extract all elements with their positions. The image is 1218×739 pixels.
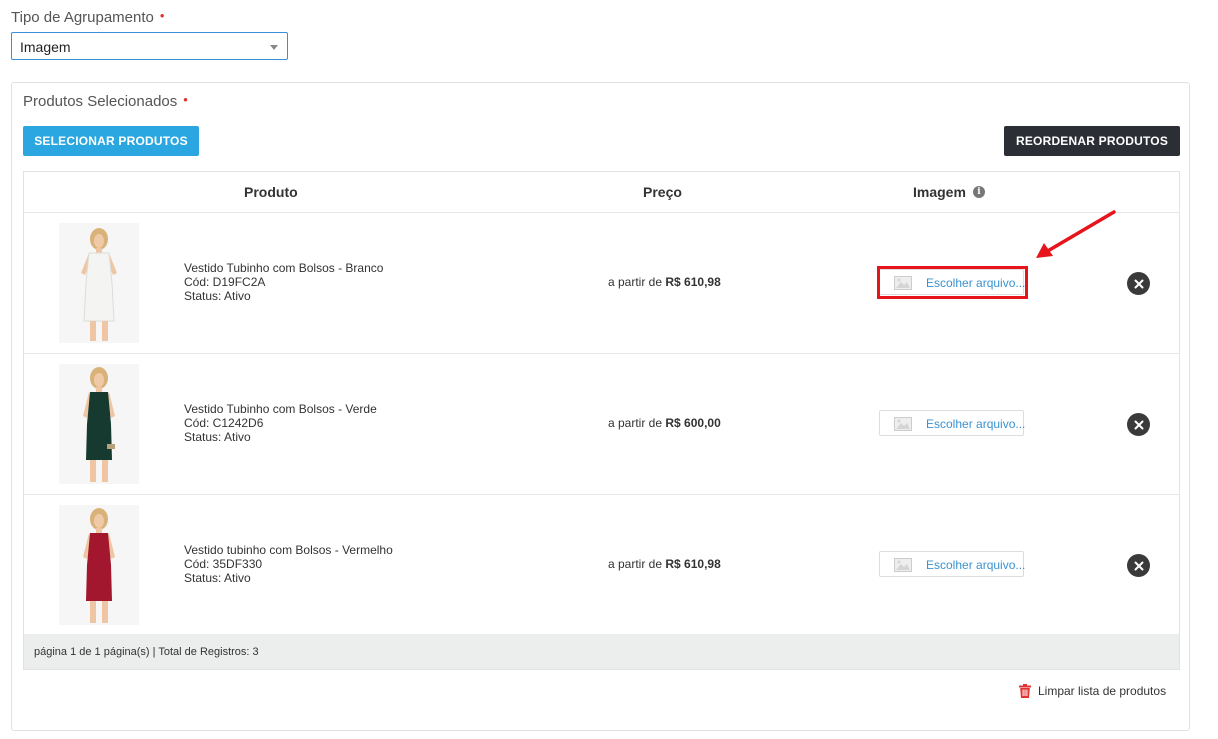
remove-product-button[interactable]	[1127, 272, 1150, 295]
choose-file-button[interactable]: Escolher arquivo...	[879, 551, 1026, 577]
price-prefix: a partir de	[608, 416, 663, 430]
required-marker: •	[183, 92, 188, 107]
product-price: a partir de R$ 600,00	[608, 416, 721, 430]
choose-file-label: Escolher arquivo...	[926, 558, 1026, 572]
product-thumbnail	[59, 364, 139, 484]
chevron-down-icon	[270, 45, 278, 50]
column-header-product: Produto	[244, 184, 298, 200]
image-icon	[894, 558, 912, 572]
select-products-button[interactable]: SELECIONAR PRODUTOS	[23, 126, 199, 156]
remove-product-button[interactable]	[1127, 554, 1150, 577]
product-thumbnail	[59, 505, 139, 625]
close-icon	[1134, 561, 1143, 570]
clear-products-label: Limpar lista de produtos	[1038, 684, 1167, 698]
clear-products-link[interactable]: Limpar lista de produtos	[1019, 684, 1166, 698]
products-table: Produto Preço Imagem i Vestido Tubinho c…	[23, 171, 1180, 670]
column-header-image-label: Imagem	[913, 184, 966, 200]
product-status: Status: Ativo	[184, 571, 251, 585]
product-status: Status: Ativo	[184, 430, 251, 444]
close-icon	[1134, 420, 1143, 429]
image-icon	[894, 417, 912, 431]
product-price: a partir de R$ 610,98	[608, 557, 721, 571]
product-code: Cód: 35DF330	[184, 557, 263, 571]
table-pagination-footer: página 1 de 1 página(s) | Total de Regis…	[24, 634, 1179, 669]
product-info: Vestido Tubinho com Bolsos - Branco Cód:…	[184, 261, 383, 303]
info-icon[interactable]: i	[972, 186, 985, 198]
dress-shape	[83, 252, 115, 322]
product-info: Vestido tubinho com Bolsos - Vermelho Có…	[184, 543, 393, 585]
choose-file-button[interactable]: Escolher arquivo...	[879, 410, 1026, 436]
price-prefix: a partir de	[608, 557, 663, 571]
product-price: a partir de R$ 610,98	[608, 275, 721, 289]
table-row: Vestido Tubinho com Bolsos - Branco Cód:…	[24, 212, 1179, 353]
price-value: R$ 610,98	[665, 275, 721, 289]
price-value: R$ 600,00	[665, 416, 721, 430]
choose-file-label: Escolher arquivo...	[926, 417, 1026, 431]
product-status: Status: Ativo	[184, 289, 251, 303]
product-code: Cód: D19FC2A	[184, 275, 266, 289]
arrow-icon	[1036, 210, 1116, 258]
product-name: Vestido Tubinho com Bolsos - Verde	[184, 402, 377, 416]
grouping-type-value: Imagem	[20, 39, 71, 55]
required-marker: •	[159, 8, 165, 23]
selected-products-title: Produtos Selecionados •	[23, 92, 188, 110]
product-info: Vestido Tubinho com Bolsos - Verde Cód: …	[184, 402, 377, 444]
close-icon	[1134, 279, 1143, 288]
price-value: R$ 610,98	[665, 557, 721, 571]
product-name: Vestido tubinho com Bolsos - Vermelho	[184, 543, 393, 557]
pagination-info: página 1 de 1 página(s) | Total de Regis…	[34, 646, 259, 658]
column-header-image: Imagem i	[913, 172, 985, 212]
price-prefix: a partir de	[608, 275, 663, 289]
annotation-highlight-box	[877, 266, 1028, 299]
table-row: Vestido Tubinho com Bolsos - Verde Cód: …	[24, 353, 1179, 494]
trash-icon	[1019, 684, 1031, 698]
reorder-products-button[interactable]: REORDENAR PRODUTOS	[1004, 126, 1180, 156]
selected-products-title-text: Produtos Selecionados	[23, 93, 178, 110]
product-name: Vestido Tubinho com Bolsos - Branco	[184, 261, 384, 275]
column-header-price: Preço	[643, 184, 682, 200]
selected-products-panel: Produtos Selecionados • SELECIONAR PRODUT…	[11, 82, 1190, 731]
product-thumbnail	[59, 223, 139, 343]
product-code: Cód: C1242D6	[184, 416, 264, 430]
grouping-type-label-text: Tipo de Agrupamento	[11, 9, 154, 26]
remove-product-button[interactable]	[1127, 413, 1150, 436]
grouping-type-label: Tipo de Agrupamento •	[11, 8, 165, 26]
grouping-type-select[interactable]: Imagem	[11, 32, 288, 60]
table-row: Vestido tubinho com Bolsos - Vermelho Có…	[24, 494, 1179, 635]
